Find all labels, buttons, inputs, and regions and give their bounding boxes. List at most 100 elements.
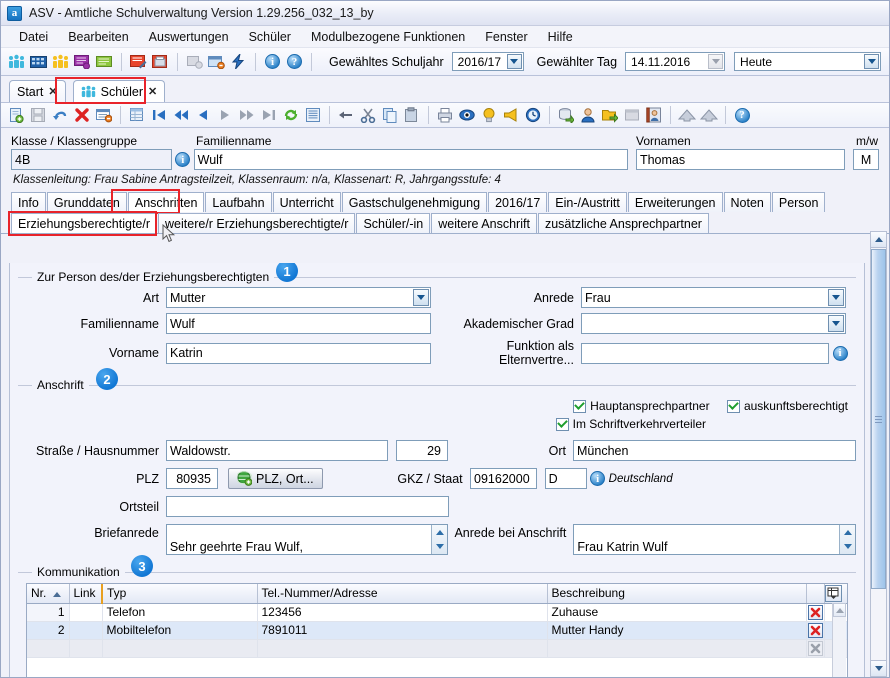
scrollbar-down-button[interactable] [871, 660, 886, 676]
column-header-beschreibung[interactable]: Beschreibung [547, 584, 807, 604]
undo-icon[interactable] [50, 105, 70, 125]
chevron-down-icon-2[interactable] [864, 54, 880, 69]
column-config-header[interactable] [824, 584, 847, 604]
menu-modulbezogene-funktionen[interactable]: Modulbezogene Funktionen [301, 28, 475, 46]
window-tab-schueler[interactable]: Schüler ✕ [72, 80, 166, 102]
menu-auswertungen[interactable]: Auswertungen [139, 28, 239, 46]
tab-anschriften[interactable]: Anschriften [127, 192, 205, 212]
remove-entry-icon[interactable] [94, 105, 114, 125]
scrollbar-thumb[interactable] [871, 249, 886, 589]
menu-bearbeiten[interactable]: Bearbeiten [58, 28, 138, 46]
strasse-field[interactable]: Waldowstr. [166, 440, 388, 461]
paste-icon[interactable] [402, 105, 422, 125]
tab-noten[interactable]: Noten [723, 192, 771, 212]
funktion-info-wrap[interactable]: i [829, 345, 851, 361]
lightning-icon[interactable] [229, 52, 248, 71]
person-familienname-field[interactable]: Wulf [166, 313, 431, 334]
cell-beschreibung[interactable]: Mutter Handy [547, 621, 807, 640]
briefanrede-scroll-buttons[interactable] [431, 525, 448, 555]
info-icon-staat[interactable]: i [590, 471, 606, 486]
forward-fast-icon[interactable] [237, 105, 257, 125]
cell-link[interactable] [69, 621, 103, 640]
window-close-module-icon[interactable] [207, 52, 226, 71]
cell-typ[interactable]: Mobiltelefon [102, 621, 258, 640]
subtab-zusaetzliche-ansprechpartner[interactable]: zusätzliche Ansprechpartner [537, 213, 709, 233]
list-view-icon[interactable] [303, 105, 323, 125]
info-icon[interactable]: i [263, 52, 282, 71]
cell-typ[interactable] [102, 639, 258, 658]
back-arrow-icon[interactable] [336, 105, 356, 125]
preview-eye-icon[interactable] [457, 105, 477, 125]
hausnummer-field[interactable]: 29 [396, 440, 448, 461]
report-book-icon[interactable] [129, 52, 148, 71]
anrede-anschrift-textarea[interactable]: Frau Katrin Wulf Herrn Martin Wulf [573, 524, 856, 555]
scroll-up-icon-2[interactable] [840, 525, 855, 540]
panel-vertical-scrollbar[interactable] [870, 231, 887, 677]
person-vorname-field[interactable]: Katrin [166, 342, 431, 364]
context-help-icon[interactable]: ? [732, 105, 752, 125]
school-building-icon[interactable] [29, 52, 48, 71]
students-group-icon[interactable] [7, 52, 26, 71]
plz-ort-button[interactable]: PLZ, Ort... [228, 468, 323, 489]
mw-field[interactable]: M [853, 149, 879, 170]
anrede-dropdown[interactable]: Frau [581, 287, 846, 308]
scrollbar-up-button[interactable] [871, 232, 886, 248]
next-record-icon[interactable] [215, 105, 235, 125]
export-folder-icon[interactable] [600, 105, 620, 125]
tab-info[interactable]: Info [11, 192, 46, 212]
checkbox-icon-auskunftsberechtigt[interactable] [726, 399, 740, 413]
class-list-icon[interactable] [73, 52, 92, 71]
menu-fenster[interactable]: Fenster [475, 28, 537, 46]
collapse-up-all-icon[interactable] [699, 105, 719, 125]
clock-icon[interactable] [523, 105, 543, 125]
delete-row-icon[interactable] [807, 604, 823, 620]
plz-field[interactable]: 80935 [166, 468, 218, 489]
tip-bulb-icon[interactable] [479, 105, 499, 125]
checkbox-auskunftsberechtigt[interactable]: auskunftsberechtigt [726, 399, 848, 413]
column-header-typ[interactable]: Typ [101, 584, 258, 604]
help-icon[interactable]: ? [285, 52, 304, 71]
column-header-nr[interactable]: Nr. [27, 584, 70, 604]
menu-schueler[interactable]: Schüler [239, 28, 301, 46]
staat-field[interactable]: D [544, 468, 587, 489]
cell-nummer[interactable]: 7891011 [257, 621, 548, 640]
vornamen-field[interactable]: Thomas [635, 149, 846, 170]
subtab-schueler[interactable]: Schüler/-in [356, 213, 431, 233]
delete-row-icon[interactable] [807, 622, 823, 638]
staat-info-wrap[interactable]: i [587, 471, 609, 486]
menu-hilfe[interactable]: Hilfe [538, 28, 583, 46]
scroll-down-icon[interactable] [432, 540, 447, 555]
gkz-field[interactable]: 09162000 [469, 468, 537, 489]
print-report-icon[interactable] [151, 52, 170, 71]
briefanrede-textarea[interactable]: Sehr geehrte Frau Wulf, sehr geehrter He… [165, 524, 449, 555]
tab-erweiterungen[interactable]: Erweiterungen [627, 192, 723, 212]
schuljahr-combo[interactable]: 2016/17 [451, 52, 524, 71]
copy-icon[interactable] [380, 105, 400, 125]
cell-nummer[interactable] [257, 639, 548, 658]
column-header-link[interactable]: Link [69, 584, 103, 604]
chevron-down-icon-grad[interactable] [828, 315, 844, 332]
familienname-field[interactable]: Wulf [193, 149, 628, 170]
cell-typ[interactable]: Telefon [102, 603, 258, 622]
table-row[interactable]: 2 Mobiltelefon 7891011 Mutter Handy [27, 621, 847, 640]
refresh-icon[interactable] [281, 105, 301, 125]
anrede-anschrift-scroll-buttons[interactable] [839, 525, 855, 554]
table-row[interactable] [27, 639, 847, 658]
delete-icon[interactable] [72, 105, 92, 125]
tab-person[interactable]: Person [771, 192, 826, 212]
cut-icon[interactable] [358, 105, 378, 125]
close-icon[interactable]: ✕ [48, 85, 57, 98]
scroll-down-icon-2[interactable] [840, 540, 855, 555]
cell-link[interactable] [69, 603, 103, 622]
klasse-info-icon-wrap[interactable]: i [172, 152, 194, 167]
cell-link[interactable] [69, 639, 103, 658]
table-view-icon[interactable] [127, 105, 147, 125]
cell-beschreibung[interactable] [547, 639, 807, 658]
column-config-icon[interactable] [824, 584, 842, 602]
subtab-erziehungsberechtigte[interactable]: Erziehungsberechtigte/r [11, 213, 158, 233]
collapse-up-icon[interactable] [677, 105, 697, 125]
print-icon[interactable] [435, 105, 455, 125]
zeitraum-combo[interactable]: Heute [734, 52, 882, 71]
cell-delete[interactable] [806, 603, 825, 622]
first-record-icon[interactable] [149, 105, 169, 125]
